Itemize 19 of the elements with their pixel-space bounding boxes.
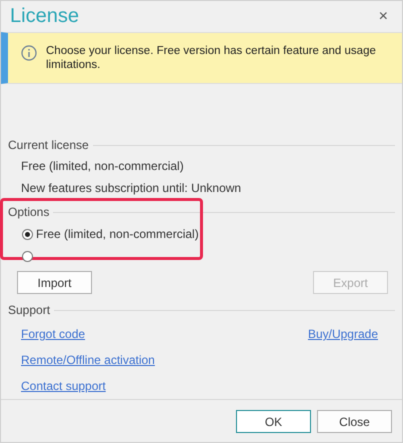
- import-button[interactable]: Import: [17, 271, 92, 294]
- window-title: License: [10, 5, 79, 28]
- banner-message: Choose your license. Free version has certain feature and usage limitations.: [46, 44, 377, 72]
- radio-button[interactable]: [22, 228, 33, 240]
- link[interactable]: Remote/Offline activation: [21, 353, 155, 369]
- link[interactable]: Forgot code: [21, 327, 86, 343]
- radio-label[interactable]: Free (limited, non-commercial): [36, 227, 199, 241]
- section-heading: Options: [8, 205, 50, 219]
- section-heading: Current license: [8, 138, 89, 152]
- radio-button[interactable]: [22, 250, 33, 262]
- license-info-text: Free (limited, non-commercial): [21, 159, 185, 174]
- info-icon: [21, 45, 37, 61]
- ok-button[interactable]: OK: [236, 410, 311, 433]
- license-info-text: New features subscription until: Unknown: [21, 181, 242, 196]
- close-button[interactable]: Close: [317, 410, 392, 433]
- link[interactable]: Contact support: [21, 379, 106, 395]
- section-heading: Support: [8, 303, 50, 317]
- link[interactable]: Buy/Upgrade: [308, 327, 378, 343]
- close-button[interactable]: ×: [374, 8, 392, 26]
